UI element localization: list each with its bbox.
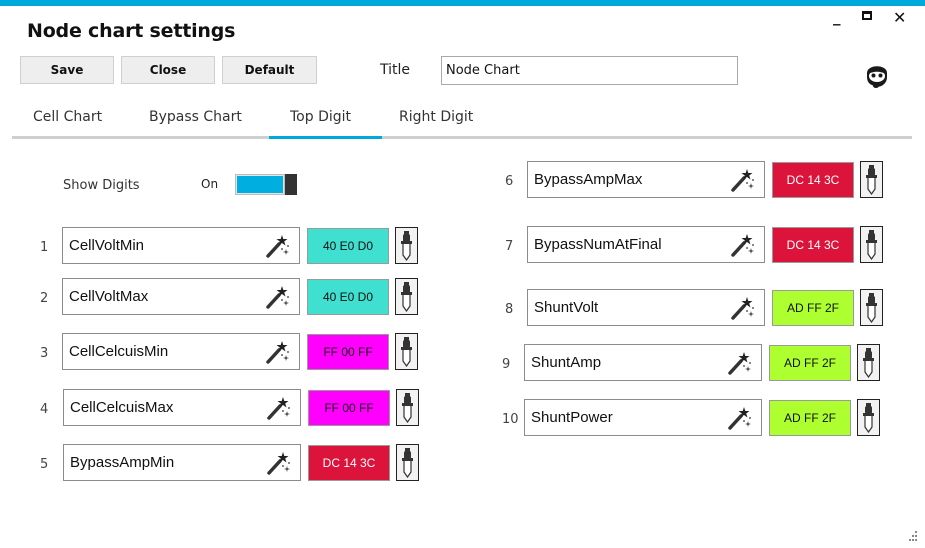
eyedropper-button[interactable] (860, 161, 883, 198)
digit-number: 4 (40, 402, 49, 417)
toggle-thumb[interactable] (285, 174, 297, 195)
color-swatch[interactable]: 40 E0 D0 (307, 279, 389, 315)
close-button[interactable]: Close (121, 56, 215, 84)
digit-source-value: ShuntPower (531, 409, 613, 426)
tab-bypass-chart[interactable]: Bypass Chart (149, 109, 242, 125)
headset-support-icon[interactable] (864, 59, 890, 89)
magic-wand-icon[interactable] (730, 294, 756, 321)
digit-source-field[interactable]: BypassAmpMax (527, 161, 765, 198)
digit-source-field[interactable]: BypassAmpMin (63, 444, 301, 481)
color-swatch[interactable]: DC 14 3C (772, 227, 854, 263)
magic-wand-icon[interactable] (265, 283, 291, 310)
window-title: Node chart settings (27, 20, 236, 42)
title-label: Title (380, 62, 411, 78)
color-swatch[interactable]: AD FF 2F (769, 400, 851, 436)
digit-number: 9 (502, 357, 511, 372)
eyedropper-button[interactable] (860, 289, 883, 326)
magic-wand-icon[interactable] (265, 338, 291, 365)
digit-source-value: CellVoltMax (69, 288, 149, 305)
digit-source-field[interactable]: ShuntVolt (527, 289, 765, 326)
magic-wand-icon[interactable] (266, 449, 292, 476)
digit-number: 1 (40, 240, 49, 255)
title-input[interactable] (441, 56, 738, 85)
digit-number: 6 (505, 174, 514, 189)
tab-cell-chart[interactable]: Cell Chart (33, 109, 102, 125)
toggle-fill (237, 176, 283, 193)
digit-number: 5 (40, 457, 49, 472)
digit-source-value: BypassAmpMin (70, 454, 175, 471)
magic-wand-icon[interactable] (266, 394, 292, 421)
digit-source-field[interactable]: ShuntAmp (524, 344, 762, 381)
digit-number: 7 (505, 239, 514, 254)
color-swatch[interactable]: AD FF 2F (769, 345, 851, 381)
eyedropper-button[interactable] (860, 226, 883, 263)
active-tab-indicator (269, 136, 382, 139)
digit-source-field[interactable]: CellCelcuisMin (62, 333, 300, 370)
digit-source-field[interactable]: BypassNumAtFinal (527, 226, 765, 263)
digit-source-value: BypassAmpMax (534, 171, 643, 188)
magic-wand-icon[interactable] (730, 231, 756, 258)
eyedropper-button[interactable] (857, 344, 880, 381)
color-swatch[interactable]: FF 00 FF (308, 390, 390, 426)
tab-strip-divider (12, 136, 912, 139)
digit-source-value: ShuntVolt (534, 299, 599, 316)
save-button[interactable]: Save (20, 56, 114, 84)
eyedropper-button[interactable] (857, 399, 880, 436)
color-swatch[interactable]: DC 14 3C (772, 162, 854, 198)
magic-wand-icon[interactable] (730, 166, 756, 193)
color-swatch[interactable]: 40 E0 D0 (307, 228, 389, 264)
color-swatch[interactable]: FF 00 FF (307, 334, 389, 370)
digit-source-value: BypassNumAtFinal (534, 236, 662, 253)
tab-right-digit[interactable]: Right Digit (399, 109, 473, 125)
close-window-button[interactable]: ✕ (893, 10, 906, 26)
digit-number: 2 (40, 291, 49, 306)
tab-top-digit[interactable]: Top Digit (290, 109, 351, 125)
digit-source-value: CellCelcuisMax (70, 399, 174, 416)
color-swatch[interactable]: AD FF 2F (772, 290, 854, 326)
digit-source-value: CellCelcuisMin (69, 343, 169, 360)
digit-source-field[interactable]: CellVoltMax (62, 278, 300, 315)
magic-wand-icon[interactable] (727, 404, 753, 431)
magic-wand-icon[interactable] (265, 232, 291, 259)
digit-number: 3 (40, 346, 49, 361)
digit-source-field[interactable]: CellCelcuisMax (63, 389, 301, 426)
eyedropper-button[interactable] (395, 227, 418, 264)
default-button[interactable]: Default (222, 56, 317, 84)
digit-source-field[interactable]: ShuntPower (524, 399, 762, 436)
magic-wand-icon[interactable] (727, 349, 753, 376)
minimize-button[interactable]: _ (833, 9, 841, 25)
eyedropper-button[interactable] (396, 389, 419, 426)
show-digits-state: On (201, 177, 219, 191)
window-accent-bar (0, 0, 925, 6)
show-digits-label: Show Digits (63, 178, 140, 193)
digit-source-value: CellVoltMin (69, 237, 145, 254)
digit-source-value: ShuntAmp (531, 354, 602, 371)
resize-grip[interactable] (905, 528, 919, 542)
digit-source-field[interactable]: CellVoltMin (62, 227, 300, 264)
eyedropper-button[interactable] (395, 333, 418, 370)
color-swatch[interactable]: DC 14 3C (308, 445, 390, 481)
digit-number: 10 (502, 412, 519, 427)
digit-number: 8 (505, 302, 514, 317)
maximize-button[interactable] (862, 11, 872, 20)
eyedropper-button[interactable] (396, 444, 419, 481)
eyedropper-button[interactable] (395, 278, 418, 315)
show-digits-toggle[interactable] (235, 174, 297, 195)
